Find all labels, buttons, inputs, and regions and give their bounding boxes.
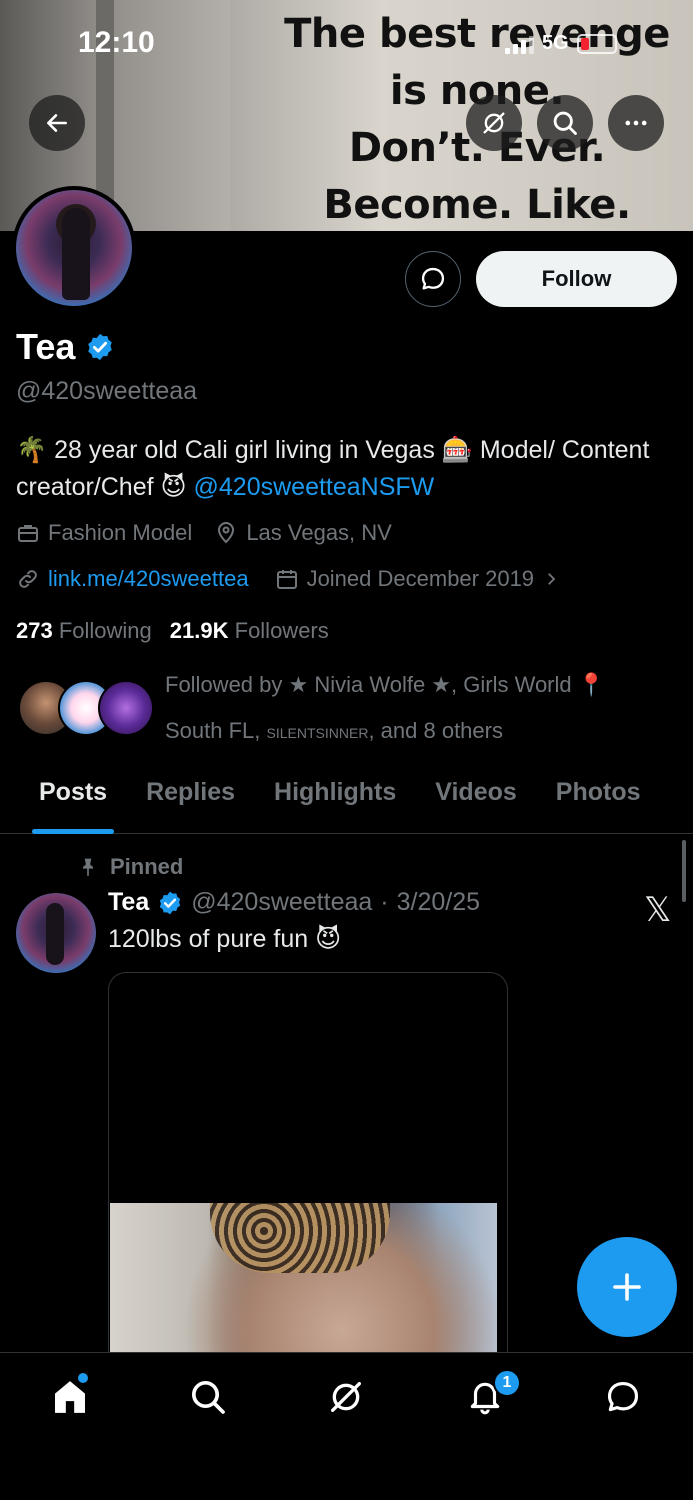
plus-icon: [613, 1273, 641, 1301]
post-avatar[interactable]: [16, 893, 96, 973]
joined-item[interactable]: Joined December 2019: [275, 566, 560, 592]
post-header: Tea @420sweetteaa · 3/20/25: [108, 888, 480, 917]
grok-icon: [483, 112, 505, 134]
grok-icon: [331, 1382, 361, 1412]
category-item: Fashion Model: [16, 520, 192, 546]
link-icon: [19, 570, 37, 588]
profile-meta: Fashion Model Las Vegas, NV: [16, 520, 392, 546]
search-icon: [192, 1381, 225, 1414]
profile-meta-2: link.me/420sweettea Joined December 2019: [16, 566, 560, 592]
tab-replies[interactable]: Replies: [146, 770, 235, 833]
notification-badge: 1: [493, 1369, 521, 1397]
network-label: 5G: [542, 32, 569, 54]
bottom-navigation: 1: [0, 1352, 693, 1500]
profile-tabs: Posts Replies Highlights Videos Photos: [0, 770, 693, 834]
post-separator: ·: [380, 888, 389, 916]
pin-icon: [83, 858, 93, 877]
website-item[interactable]: link.me/420sweettea: [16, 566, 249, 592]
post-text: 120lbs of pure fun 😈: [108, 925, 342, 953]
grok-button[interactable]: [466, 95, 522, 151]
joined-label: Joined December 2019: [306, 566, 535, 591]
follow-button[interactable]: Follow: [476, 251, 677, 307]
display-name: Tea: [16, 326, 76, 367]
followed-by-avatars[interactable]: [18, 680, 158, 736]
more-icon: [625, 120, 647, 126]
followed-by-text[interactable]: Followed by ★ Nivia Wolfe ★, Girls World…: [165, 662, 665, 755]
post-image: [110, 1203, 497, 1371]
compose-button[interactable]: [577, 1237, 677, 1337]
profile-bio: 🌴 28 year old Cali girl living in Vegas …: [16, 432, 676, 506]
post-date: 3/20/25: [396, 888, 481, 916]
home-new-dot: [78, 1373, 88, 1383]
nav-search[interactable]: [178, 1373, 238, 1421]
location-item: Las Vegas, NV: [214, 520, 392, 546]
website-link[interactable]: link.me/420sweettea: [48, 566, 249, 592]
briefcase-icon: [18, 525, 38, 542]
more-button[interactable]: [608, 95, 664, 151]
signal-icon: [505, 34, 534, 54]
following-count[interactable]: 273 Following: [16, 618, 152, 644]
back-button[interactable]: [29, 95, 85, 151]
follow-counts: 273 Following 21.9K Followers: [16, 618, 329, 644]
post-media[interactable]: [108, 972, 508, 1372]
profile-name: Tea: [16, 326, 115, 368]
tab-posts[interactable]: Posts: [31, 770, 115, 834]
tab-highlights[interactable]: Highlights: [274, 770, 396, 833]
back-arrow-icon: [47, 114, 67, 132]
x-logo-icon[interactable]: 𝕏: [644, 890, 671, 930]
chat-bubble-icon: [421, 267, 445, 290]
followers-count[interactable]: 21.9K Followers: [170, 618, 329, 644]
messages-icon: [607, 1381, 639, 1412]
banner-line: Become. Like. Them: [323, 182, 631, 228]
chevron-right-icon: [548, 573, 556, 585]
tab-videos[interactable]: Videos: [435, 770, 517, 833]
message-button[interactable]: [405, 251, 461, 307]
banner-line: The best revenge: [284, 11, 670, 57]
location-pin-icon: [218, 522, 235, 544]
tab-photos[interactable]: Photos: [556, 770, 641, 833]
profile-handle: @420sweetteaa: [16, 377, 198, 405]
pinned-label: Pinned: [78, 854, 183, 880]
nav-home[interactable]: [40, 1373, 100, 1421]
follower-avatar: [98, 680, 154, 736]
search-button[interactable]: [537, 95, 593, 151]
bio-mention-link[interactable]: @420sweetteaNSFW: [194, 473, 435, 501]
avatar[interactable]: [12, 186, 136, 310]
verified-badge-icon[interactable]: [85, 332, 115, 362]
nav-notifications[interactable]: 1: [455, 1369, 521, 1421]
search-icon: [553, 111, 577, 135]
calendar-icon: [276, 570, 297, 589]
nav-grok[interactable]: [316, 1373, 376, 1421]
battery-icon: [576, 33, 617, 54]
location-label: Las Vegas, NV: [246, 520, 392, 545]
home-icon: [55, 1381, 85, 1413]
post-author[interactable]: Tea: [108, 888, 149, 917]
verified-badge-icon: [160, 891, 181, 914]
status-indicators: 5G: [505, 32, 617, 55]
category-label: Fashion Model: [48, 520, 193, 545]
nav-messages[interactable]: [593, 1373, 653, 1421]
status-time: 12:10: [78, 26, 155, 59]
scrollbar[interactable]: [682, 840, 686, 902]
post-handle: @420sweetteaa: [191, 888, 373, 916]
